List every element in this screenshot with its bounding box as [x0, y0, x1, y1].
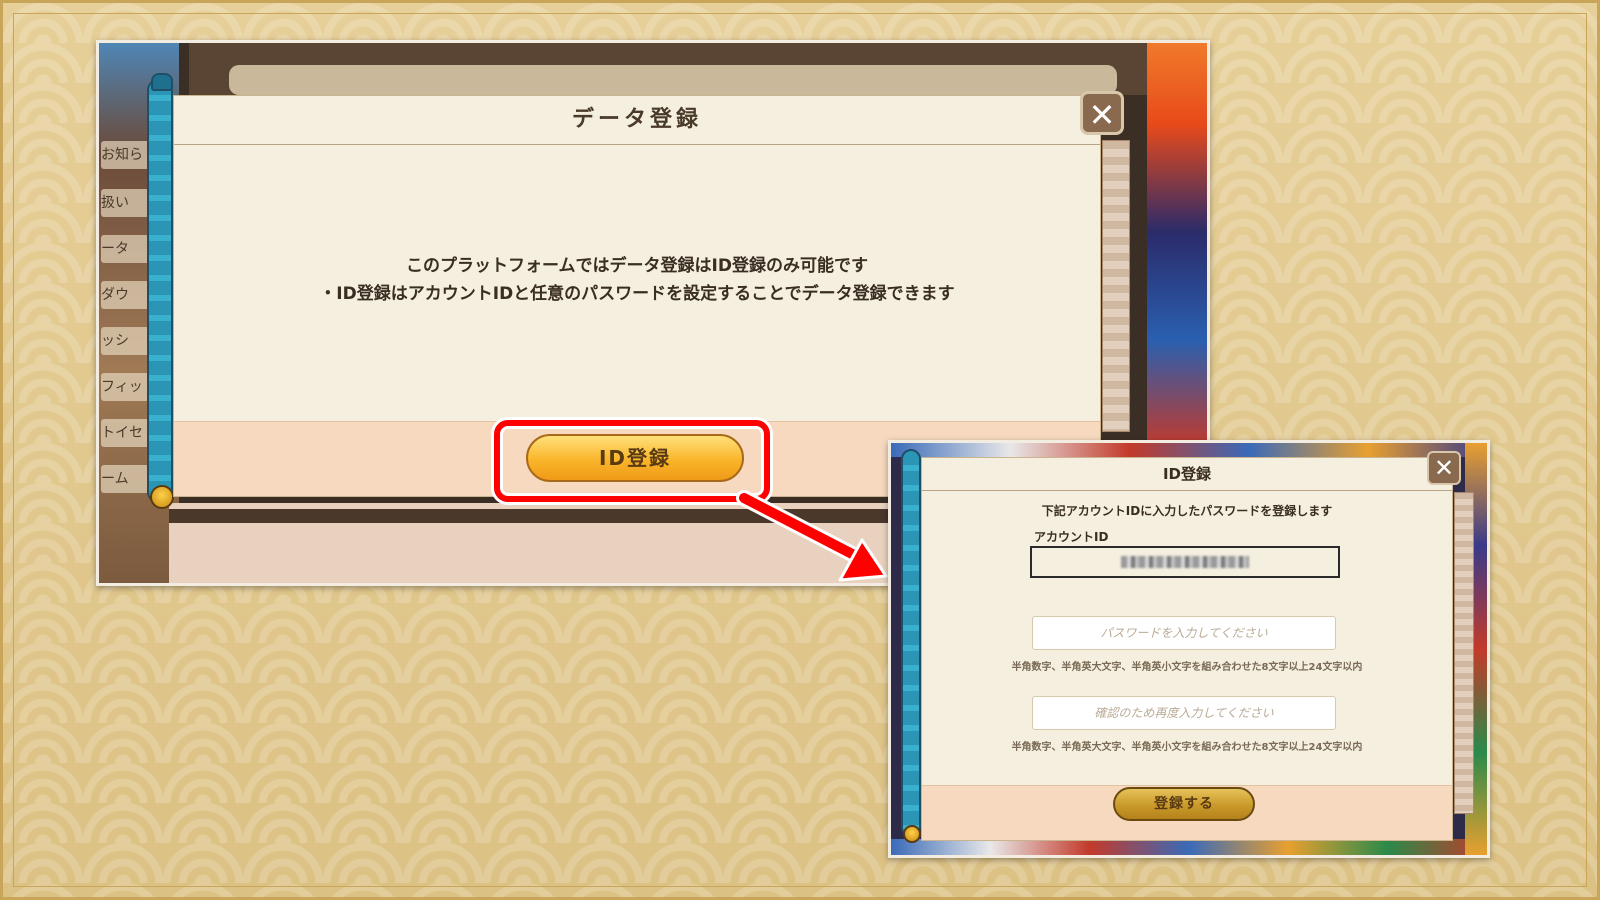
- close-icon: ✕: [1088, 96, 1116, 134]
- close-icon: ✕: [1433, 454, 1455, 482]
- id-registration-button[interactable]: ID登録: [526, 434, 744, 482]
- close-button[interactable]: ✕: [1427, 451, 1461, 485]
- scroll-knob-icon: [150, 485, 174, 509]
- background-header: [189, 43, 1147, 95]
- dialog-title: ID登録: [922, 458, 1452, 491]
- background-artwork-top: [891, 443, 1487, 457]
- account-id-label: アカウントID: [1034, 530, 1109, 544]
- redacted-account-id: [1121, 555, 1249, 568]
- message-line-1: このプラットフォームではデータ登録はID登録のみ可能です: [406, 256, 868, 276]
- scroll-rod-decoration: [901, 449, 921, 843]
- confirm-hint: 半角数字、半角英大文字、半角英小文字を組み合わせた8文字以上24文字以内: [1011, 742, 1363, 753]
- dialog-trim: [1102, 140, 1130, 432]
- password-hint: 半角数字、半角英大文字、半角英小文字を組み合わせた8文字以上24文字以内: [1011, 662, 1363, 673]
- scroll-knob-icon: [903, 825, 921, 843]
- dialog-title: データ登録: [174, 96, 1100, 145]
- dialog-message: このプラットフォームではデータ登録はID登録のみ可能です ・ID登録はアカウント…: [174, 252, 1100, 308]
- account-id-field: [1030, 546, 1340, 578]
- dialog-trim: [1454, 492, 1474, 814]
- screenshot-id-registration: ID登録 下記アカウントIDに入力したパスワードを登録します アカウントID 半…: [888, 440, 1490, 858]
- register-button[interactable]: 登録する: [1113, 787, 1255, 821]
- close-button[interactable]: ✕: [1080, 91, 1124, 135]
- dialog-description: 下記アカウントIDに入力したパスワードを登録します: [1041, 504, 1333, 518]
- background-artwork-bottom: [891, 839, 1487, 855]
- password-confirm-input[interactable]: [1032, 696, 1336, 730]
- message-line-2: ・ID登録はアカウントIDと任意のパスワードを設定することでデータ登録できます: [319, 284, 955, 304]
- password-input[interactable]: [1032, 616, 1336, 650]
- scroll-rod-decoration: [147, 73, 174, 509]
- id-registration-dialog: ID登録 下記アカウントIDに入力したパスワードを登録します アカウントID 半…: [921, 457, 1474, 841]
